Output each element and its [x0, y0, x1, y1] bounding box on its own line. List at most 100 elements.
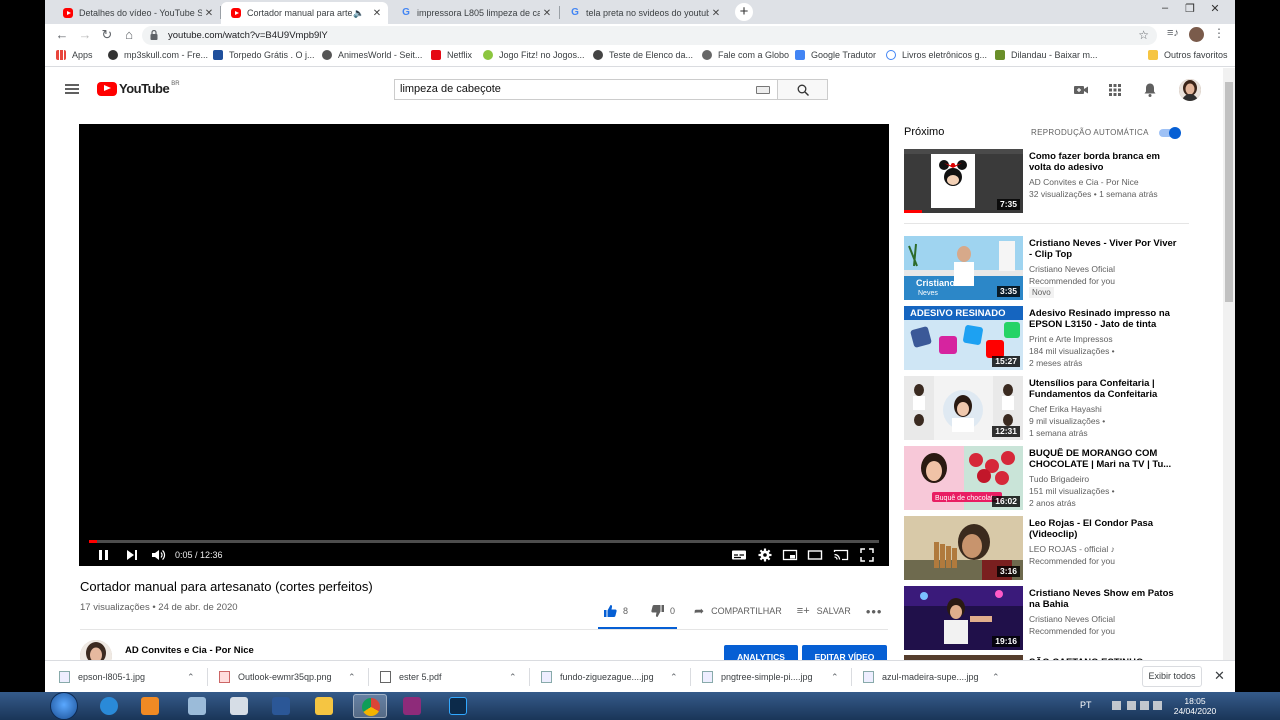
show-all-downloads-button[interactable]: Exibir todos	[1142, 666, 1202, 687]
video-player[interactable]: 0:05 / 12:36	[79, 124, 889, 566]
bookmark-google-tradutor[interactable]: Google Tradutor	[795, 50, 876, 60]
chevron-up-icon[interactable]: ⌃	[509, 672, 517, 683]
recommended-video[interactable]: 3:16 Leo Rojas - El Condor Pasa (Videocl…	[904, 516, 1194, 582]
video-thumbnail[interactable]: ADESIVO RESINADO 15:27	[904, 306, 1023, 370]
clock[interactable]: 18:05 24/04/2020	[1170, 696, 1220, 716]
channel-name[interactable]: Cristiano Neves Oficial	[1029, 613, 1189, 625]
taskbar-winrar[interactable]	[395, 694, 429, 718]
taskbar-photo-app[interactable]	[180, 694, 214, 718]
save-button[interactable]: SALVAR	[817, 606, 851, 616]
close-window-icon[interactable]: ✕	[1208, 2, 1222, 15]
youtube-logo[interactable]: YouTube BR	[97, 81, 180, 96]
autoplay-toggle[interactable]	[1157, 127, 1181, 139]
network-icon[interactable]	[1140, 701, 1149, 710]
chevron-up-icon[interactable]: ⌃	[348, 672, 356, 683]
close-tab-icon[interactable]: ✕	[370, 8, 384, 19]
search-button[interactable]	[778, 79, 828, 100]
add-to-playlist-icon[interactable]: ≡+	[797, 605, 810, 617]
notifications-bell-icon[interactable]	[1142, 82, 1158, 98]
back-arrow-icon[interactable]: ←	[54, 27, 70, 43]
taskbar-chrome[interactable]	[353, 694, 387, 718]
tab-google-search-2[interactable]: G tela preta no svideos do youtube ✕	[560, 2, 727, 24]
bookmark-globo[interactable]: Fale com a Globo	[702, 50, 789, 60]
recommended-video[interactable]: 7:35 Como fazer borda branca em volta do…	[904, 149, 1194, 215]
bookmark-mp3skull[interactable]: mp3skull.com - Fre...	[108, 50, 208, 60]
recommended-video[interactable]: Buquê de chocolate 16:02 BUQUÊ DE MORANG…	[904, 446, 1194, 512]
channel-name[interactable]: Cristiano Neves Oficial	[1029, 263, 1189, 275]
video-title[interactable]: Como fazer borda branca em volta do ades…	[1029, 151, 1179, 173]
fullscreen-icon[interactable]	[859, 547, 875, 563]
bookmark-apps[interactable]: Apps	[56, 50, 93, 60]
keyboard-icon[interactable]	[756, 86, 770, 94]
reload-icon[interactable]: ↻	[99, 27, 115, 43]
create-video-icon[interactable]	[1073, 82, 1089, 98]
page-scrollbar[interactable]	[1223, 68, 1235, 660]
taskbar-calculator[interactable]	[222, 694, 256, 718]
close-tab-icon[interactable]: ✕	[202, 8, 216, 19]
taskbar-media-player[interactable]	[133, 694, 167, 718]
scrollbar-thumb[interactable]	[1225, 82, 1233, 302]
profile-avatar[interactable]	[1189, 27, 1204, 42]
download-item[interactable]: Outlook-ewmr35qp.png ⌃	[219, 669, 369, 685]
thumbs-down-icon[interactable]	[651, 604, 665, 618]
settings-gear-icon[interactable]	[757, 547, 773, 563]
bookmark-teste-elenco[interactable]: Teste de Elenco da...	[593, 50, 693, 60]
media-control-icon[interactable]: ≡♪	[1167, 27, 1179, 39]
next-video-icon[interactable]	[125, 547, 139, 563]
share-icon[interactable]: ➦	[694, 604, 704, 618]
channel-name[interactable]: AD Convites e Cia - Por Nice	[125, 645, 254, 656]
close-tab-icon[interactable]: ✕	[709, 8, 723, 19]
progress-bar[interactable]	[89, 540, 879, 543]
theater-mode-icon[interactable]	[807, 547, 823, 563]
chevron-up-icon[interactable]: ⌃	[670, 672, 678, 683]
taskbar-file-explorer[interactable]	[307, 694, 341, 718]
search-input[interactable]: limpeza de cabeçote	[394, 79, 778, 100]
flag-icon[interactable]	[1127, 701, 1136, 710]
chevron-up-icon[interactable]: ⌃	[992, 672, 1000, 683]
bookmark-netflix[interactable]: Netflix	[431, 50, 472, 60]
home-icon[interactable]: ⌂	[121, 27, 137, 43]
download-item[interactable]: azul-madeira-supe....jpg ⌃	[863, 669, 1013, 685]
speaker-icon[interactable]: 🔈	[352, 8, 366, 19]
volume-icon[interactable]	[150, 547, 166, 563]
video-thumbnail[interactable]: 12:31	[904, 376, 1023, 440]
video-title[interactable]: Utensílios para Confeitaria | Fundamento…	[1029, 378, 1179, 400]
video-thumbnail[interactable]: Cristiano Neves 3:35	[904, 236, 1023, 300]
volume-tray-icon[interactable]	[1153, 701, 1162, 710]
more-actions-icon[interactable]: •••	[866, 604, 883, 619]
bookmark-jogo-fitz[interactable]: Jogo Fitz! no Jogos...	[483, 50, 585, 60]
video-title[interactable]: Cristiano Neves Show em Patos na Bahia	[1029, 588, 1179, 610]
video-thumbnail[interactable]: 19:16	[904, 586, 1023, 650]
download-item[interactable]: pngtree-simple-pi....jpg ⌃	[702, 669, 852, 685]
bookmark-star-icon[interactable]: ☆	[1138, 26, 1149, 45]
channel-name[interactable]: LEO ROJAS - official ♪	[1029, 543, 1189, 555]
hamburger-menu-icon[interactable]	[65, 84, 79, 94]
taskbar-photoshop[interactable]	[441, 694, 475, 718]
tab-current-video[interactable]: Cortador manual para artesanato 🔈 ✕	[221, 2, 388, 24]
chevron-up-icon[interactable]: ⌃	[187, 672, 195, 683]
cast-icon[interactable]	[833, 547, 849, 563]
share-button[interactable]: COMPARTILHAR	[711, 606, 782, 616]
tray-chevron-icon[interactable]	[1112, 701, 1121, 710]
taskbar-internet-explorer[interactable]	[92, 694, 126, 718]
bookmark-animesworld[interactable]: AnimesWorld - Seit...	[322, 50, 422, 60]
pause-icon[interactable]	[97, 547, 111, 563]
video-title[interactable]: Adesivo Resinado impresso na EPSON L3150…	[1029, 308, 1179, 330]
minimize-icon[interactable]: –	[1158, 2, 1172, 14]
subtitles-icon[interactable]	[731, 547, 747, 563]
recommended-video[interactable]: 19:16 Cristiano Neves Show em Patos na B…	[904, 586, 1194, 652]
forward-arrow-icon[interactable]: →	[77, 27, 93, 43]
channel-name[interactable]: Print e Arte Impressos	[1029, 333, 1189, 345]
bookmark-other-favorites[interactable]: Outros favoritos	[1148, 50, 1228, 60]
video-thumbnail[interactable]: Buquê de chocolate 16:02	[904, 446, 1023, 510]
bookmark-dilandau[interactable]: Dilandau - Baixar m...	[995, 50, 1098, 60]
bookmark-livros[interactable]: Livros eletrônicos g...	[886, 50, 987, 60]
video-title[interactable]: Leo Rojas - El Condor Pasa (Videoclip)	[1029, 518, 1179, 540]
recommended-video[interactable]: ADESIVO RESINADO 15:27 Adesivo Resinado …	[904, 306, 1194, 372]
video-title[interactable]: Cristiano Neves - Viver Por Viver - Clip…	[1029, 238, 1179, 260]
close-downloads-icon[interactable]: ✕	[1214, 668, 1225, 684]
address-bar[interactable]: youtube.com/watch?v=B4U9Vmpb9lY ☆	[142, 26, 1157, 45]
account-avatar[interactable]	[1179, 79, 1201, 101]
miniplayer-icon[interactable]	[782, 547, 798, 563]
bookmark-torpedo[interactable]: Torpedo Grátis . O j...	[213, 50, 315, 60]
